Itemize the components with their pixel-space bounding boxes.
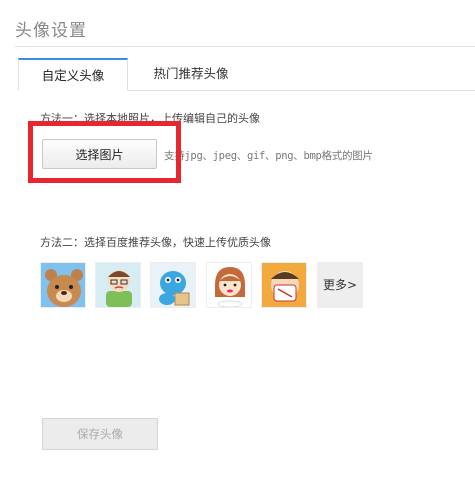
sick-boy-avatar[interactable] [95,262,141,308]
blue-creature-avatar[interactable] [150,262,196,308]
format-hint: 支持jpg、jpeg、gif、png、bmp格式的图片 [164,150,373,162]
save-avatar-button[interactable]: 保存头像 [42,418,158,450]
more-avatars-button[interactable]: 更多> [317,262,363,308]
method-two-label: 方法二：选择百度推荐头像，快速上传优质头像 [40,236,271,249]
page-title: 头像设置 [15,21,87,41]
bear-avatar[interactable] [40,262,86,308]
girl-eating-avatar[interactable] [206,262,252,308]
tab-custom-avatar[interactable]: 自定义头像 [18,58,128,91]
tab-bar: 自定义头像 热门推荐头像 [18,58,475,91]
tab-popular-avatars[interactable]: 热门推荐头像 [136,58,246,90]
select-image-button[interactable]: 选择图片 [42,139,157,169]
title-divider [15,46,475,47]
boy-mask-avatar[interactable] [261,262,307,308]
method-one-label: 方法一：选择本地照片，上传编辑自己的头像 [40,112,260,125]
